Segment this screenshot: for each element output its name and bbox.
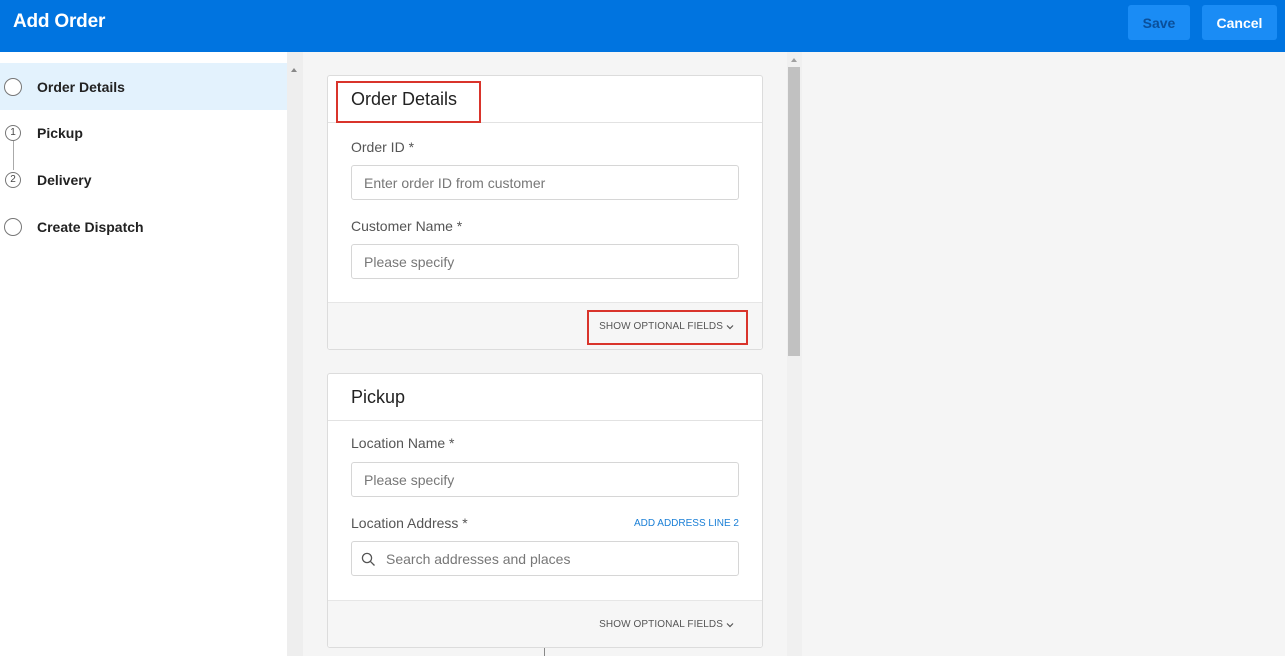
step-label: Pickup (37, 124, 83, 141)
add-address-line-link[interactable]: ADD ADDRESS LINE 2 (634, 518, 739, 529)
cancel-button[interactable]: Cancel (1202, 5, 1277, 40)
sidebar-scrollbar[interactable] (287, 52, 303, 656)
customer-name-input[interactable]: Please specify (351, 244, 739, 279)
optional-fields-label: SHOW OPTIONAL FIELDS (599, 321, 723, 332)
card-footer: SHOW OPTIONAL FIELDS (328, 600, 762, 647)
circle-icon (4, 77, 22, 96)
customer-name-label: Customer Name * (351, 218, 463, 234)
show-optional-fields-link[interactable]: SHOW OPTIONAL FIELDS (599, 321, 734, 332)
save-button[interactable]: Save (1128, 5, 1190, 40)
step-create-dispatch[interactable]: Create Dispatch (0, 203, 287, 250)
location-address-label: Location Address * (351, 515, 468, 531)
card-header: Pickup (328, 374, 762, 421)
order-details-card: Order Details Order ID * Enter order ID … (327, 75, 763, 350)
chevron-down-icon (726, 324, 734, 329)
show-optional-fields-link[interactable]: SHOW OPTIONAL FIELDS (599, 619, 734, 630)
step-label: Delivery (37, 171, 92, 188)
step-pickup[interactable]: 1 Pickup (0, 109, 287, 156)
card-footer: SHOW OPTIONAL FIELDS (328, 302, 762, 349)
card-connector (544, 648, 545, 656)
location-name-input[interactable]: Please specify (351, 462, 739, 497)
scroll-up-arrow-icon[interactable] (291, 68, 297, 72)
address-search-placeholder: Search addresses and places (386, 550, 571, 567)
step-number-icon: 2 (5, 171, 21, 188)
pickup-card: Pickup Location Name * Please specify Lo… (327, 373, 763, 648)
step-label: Create Dispatch (37, 218, 144, 235)
card-title: Order Details (351, 89, 458, 109)
optional-fields-label: SHOW OPTIONAL FIELDS (599, 619, 723, 630)
location-name-label: Location Name * (351, 435, 455, 451)
step-label: Order Details (37, 78, 125, 95)
order-id-label: Order ID * (351, 139, 415, 155)
search-icon (361, 552, 375, 566)
scroll-up-arrow-icon[interactable] (791, 58, 797, 62)
address-search-input[interactable]: Search addresses and places (351, 541, 739, 576)
card-header: Order Details (328, 76, 762, 123)
step-number-icon: 1 (5, 124, 21, 141)
app-header: Add Order Save Cancel (0, 0, 1285, 52)
card-title: Pickup (351, 387, 406, 407)
circle-icon (4, 217, 22, 236)
order-id-input[interactable]: Enter order ID from customer (351, 165, 739, 200)
step-delivery[interactable]: 2 Delivery (0, 156, 287, 203)
page-title: Add Order (13, 11, 106, 32)
step-order-details[interactable]: Order Details (0, 63, 287, 110)
chevron-down-icon (726, 622, 734, 627)
main-scrollbar-thumb[interactable] (788, 67, 800, 356)
